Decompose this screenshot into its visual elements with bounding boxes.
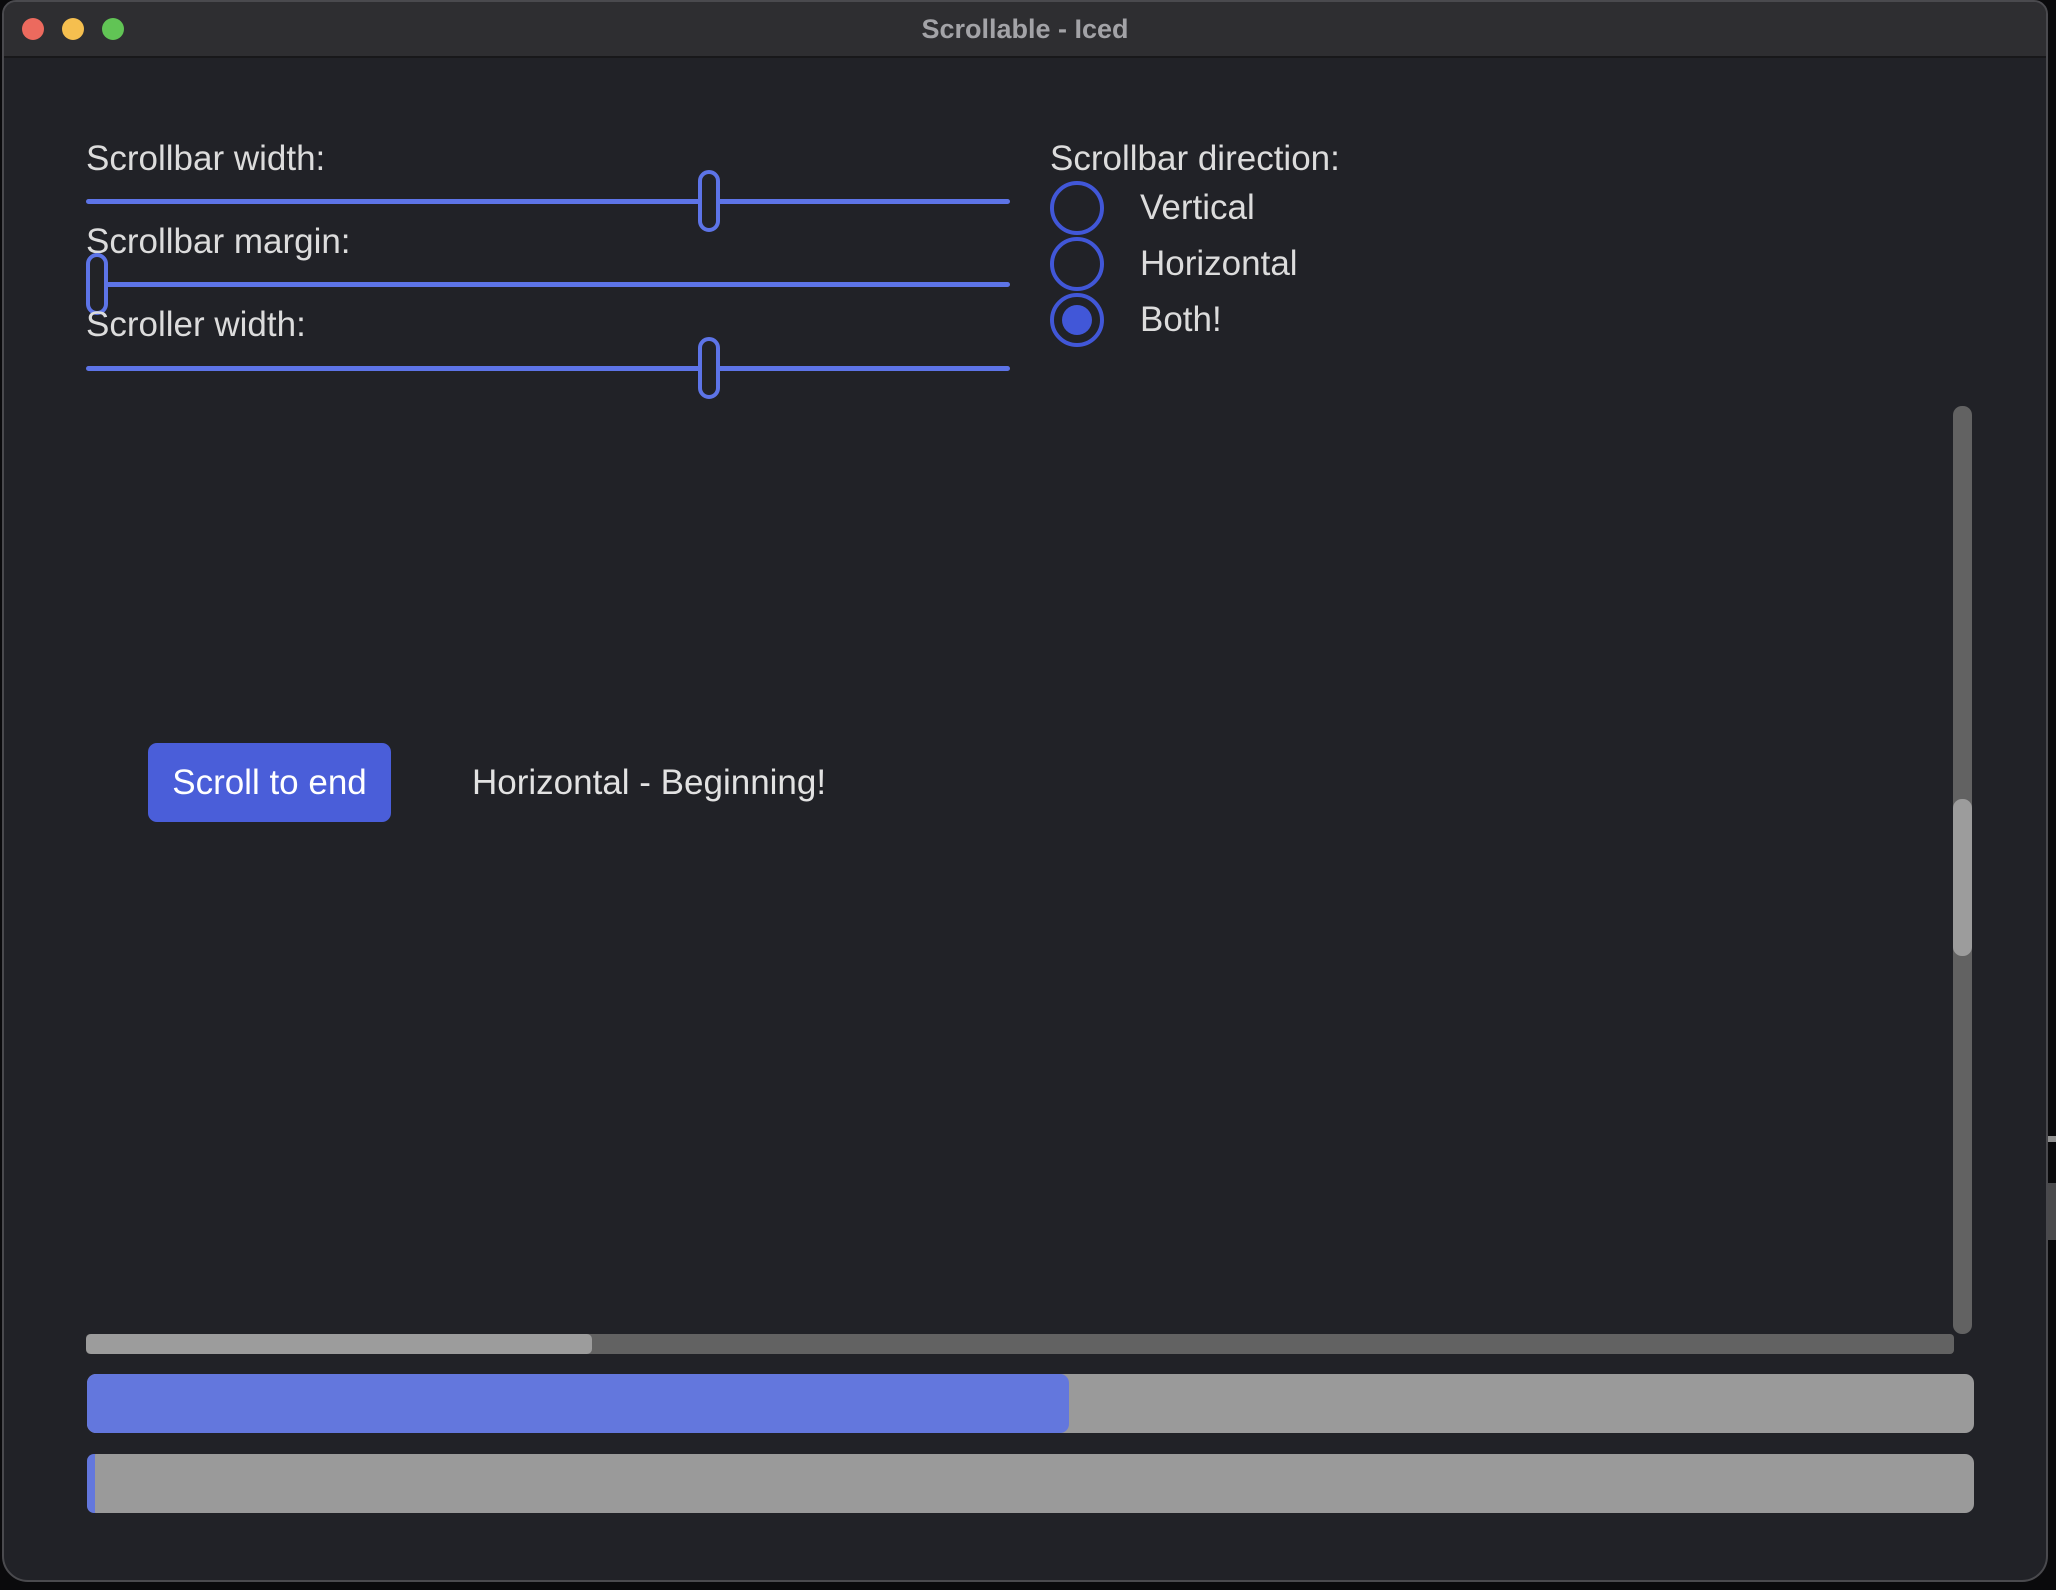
slider-handle[interactable] [698, 170, 720, 232]
horizontal-scrollbar-thumb[interactable] [86, 1334, 592, 1354]
radio-option-vertical[interactable]: Vertical [1050, 180, 1298, 236]
radio-circle-icon[interactable] [1050, 237, 1104, 291]
slider-rail[interactable] [86, 282, 1010, 287]
traffic-lights [4, 2, 124, 56]
window-title: Scrollable - Iced [921, 14, 1128, 45]
minimize-button[interactable] [62, 18, 84, 40]
scroll-status-text: Horizontal - Beginning! [472, 743, 826, 822]
slider-rail[interactable] [86, 199, 1010, 204]
title-bar: Scrollable - Iced [4, 2, 2046, 58]
progress-bar-fill [87, 1374, 1069, 1433]
background-window-sliver [2048, 0, 2056, 1590]
radio-dot-icon [1062, 305, 1092, 335]
background-window-edge-light [2048, 1136, 2056, 1142]
close-button[interactable] [22, 18, 44, 40]
progress-bar-vertical [87, 1454, 1974, 1513]
radio-circle-icon[interactable] [1050, 293, 1104, 347]
radio-option-horizontal[interactable]: Horizontal [1050, 236, 1298, 292]
progress-bar-horizontal [87, 1374, 1974, 1433]
vertical-scrollbar-track[interactable] [1953, 406, 1972, 1334]
scrollbar-direction-radio-group: Vertical Horizontal Both! [1050, 180, 1298, 348]
radio-option-both[interactable]: Both! [1050, 292, 1298, 348]
background-window-edge-dark [2048, 1183, 2056, 1240]
scroller-width-slider[interactable] [86, 337, 1010, 399]
radio-circle-icon[interactable] [1050, 181, 1104, 235]
scrollbar-direction-label: Scrollbar direction: [1050, 139, 1340, 179]
slider-rail[interactable] [86, 366, 1010, 371]
zoom-button[interactable] [102, 18, 124, 40]
scroll-to-end-button[interactable]: Scroll to end [148, 743, 391, 822]
radio-option-label: Both! [1140, 300, 1222, 340]
radio-option-label: Horizontal [1140, 244, 1298, 284]
progress-bar-fill [87, 1454, 95, 1513]
radio-option-label: Vertical [1140, 188, 1255, 228]
vertical-scrollbar-thumb[interactable] [1953, 799, 1972, 956]
horizontal-scrollbar-track[interactable] [86, 1334, 1954, 1354]
slider-handle[interactable] [698, 337, 720, 399]
app-window: Scrollable - Iced Scrollbar width: Scrol… [2, 0, 2048, 1582]
